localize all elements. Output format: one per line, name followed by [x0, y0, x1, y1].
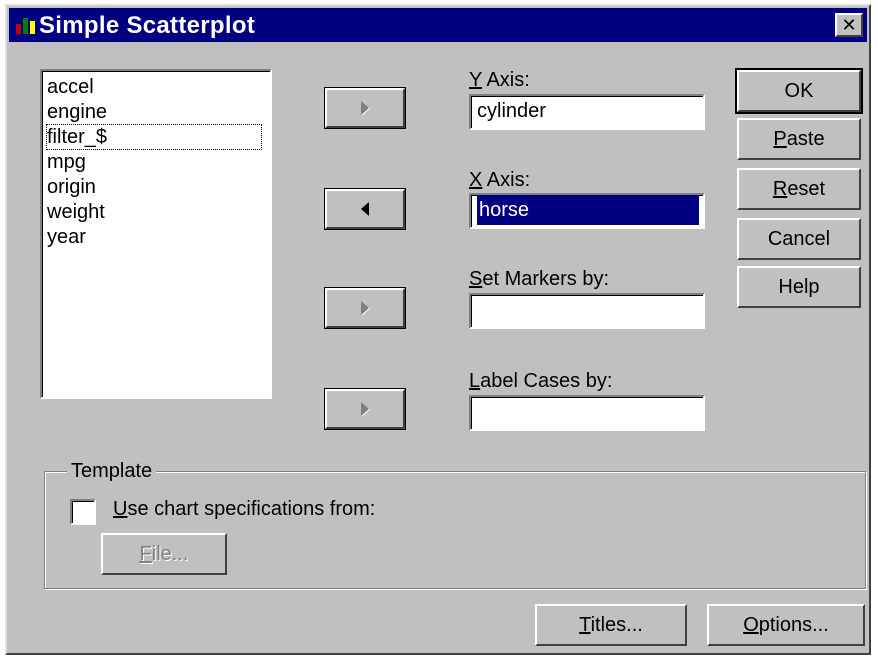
move-to-set-markers-button[interactable]	[325, 288, 405, 328]
move-right-arrow-icon	[361, 301, 371, 316]
paste-button[interactable]: Paste	[737, 118, 861, 160]
y-axis-label: Y Axis:	[469, 69, 530, 91]
window-title: Simple Scatterplot	[39, 12, 256, 39]
close-icon: ✕	[841, 15, 857, 35]
set-markers-field[interactable]	[469, 293, 705, 329]
list-item[interactable]: year	[47, 225, 86, 249]
reset-button[interactable]: Reset	[737, 168, 861, 210]
title-bar[interactable]: Simple Scatterplot ✕	[9, 8, 867, 42]
spss-chart-icon	[16, 18, 35, 34]
list-item[interactable]: origin	[47, 175, 96, 199]
list-item[interactable]: accel	[47, 75, 94, 99]
move-to-label-cases-button[interactable]	[325, 389, 405, 429]
list-item[interactable]: engine	[47, 100, 107, 124]
close-button[interactable]: ✕	[835, 13, 863, 37]
simple-scatterplot-dialog: Simple Scatterplot ✕ accel engine filter…	[5, 4, 871, 655]
use-chart-spec-label: Use chart specifications from:	[113, 498, 376, 520]
move-from-x-axis-button[interactable]	[325, 189, 405, 229]
x-axis-label: X Axis:	[469, 169, 531, 191]
y-axis-field[interactable]: cylinder	[469, 94, 705, 130]
titles-button[interactable]: Titles...	[535, 604, 687, 646]
cancel-button[interactable]: Cancel	[737, 218, 861, 260]
move-to-y-axis-button[interactable]	[325, 88, 405, 128]
label-cases-field[interactable]	[469, 395, 705, 431]
help-button[interactable]: Help	[737, 266, 861, 308]
set-markers-label: Set Markers by:	[469, 268, 610, 290]
list-item[interactable]: filter_$	[46, 124, 262, 150]
ok-button[interactable]: OK	[737, 70, 861, 112]
list-item[interactable]: mpg	[47, 150, 86, 174]
variable-list[interactable]: accel engine filter_$ mpg origin weight …	[40, 69, 272, 399]
file-button[interactable]: File...	[101, 533, 227, 575]
label-cases-label: Label Cases by:	[469, 370, 613, 392]
move-right-arrow-icon	[361, 402, 371, 417]
move-left-arrow-icon	[361, 202, 369, 216]
use-chart-spec-checkbox[interactable]	[70, 499, 96, 525]
list-item[interactable]: weight	[47, 200, 105, 224]
x-axis-field[interactable]: horse	[469, 193, 705, 229]
options-button[interactable]: Options...	[707, 604, 865, 646]
move-right-arrow-icon	[361, 101, 371, 116]
template-group-title: Template	[67, 460, 157, 483]
